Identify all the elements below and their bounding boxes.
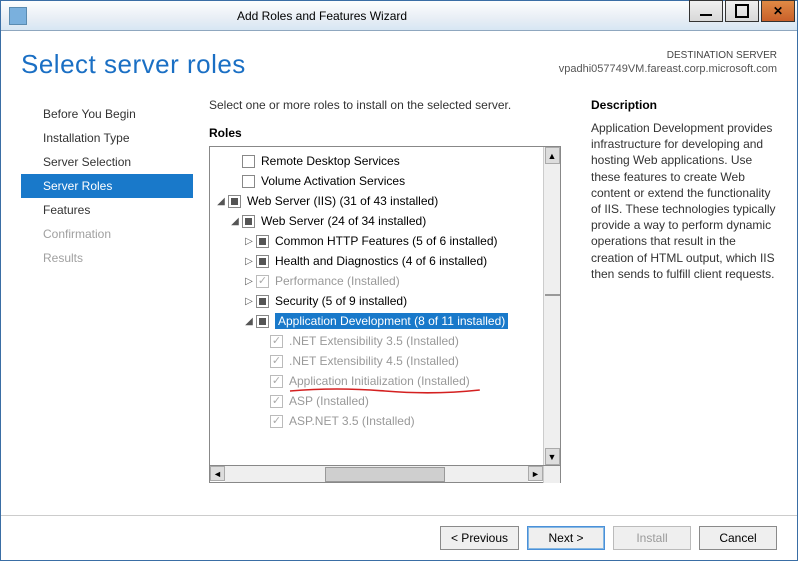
checkbox[interactable] (228, 195, 241, 208)
tree-node[interactable]: ▷▷▷Security (5 of 9 installed) (210, 291, 543, 311)
tree-node-label: Remote Desktop Services (261, 154, 400, 168)
checkbox[interactable] (256, 275, 269, 288)
checkbox[interactable] (242, 155, 255, 168)
minimize-button[interactable] (689, 0, 723, 22)
checkbox[interactable] (256, 255, 269, 268)
horizontal-scrollbar[interactable] (225, 466, 528, 482)
tree-node[interactable]: ▷▷▷Health and Diagnostics (4 of 6 instal… (210, 251, 543, 271)
expand-icon[interactable]: ▷ (242, 296, 256, 307)
checkbox[interactable] (242, 175, 255, 188)
collapse-icon[interactable]: ◢ (228, 216, 242, 227)
main-panel: Select one or more roles to install on t… (193, 98, 577, 509)
tree-node[interactable]: ▷▷▷▷.NET Extensibility 3.5 (Installed) (210, 331, 543, 351)
tree-node[interactable]: ▷◢Web Server (24 of 34 installed) (210, 211, 543, 231)
checkbox[interactable] (270, 355, 283, 368)
expand-icon[interactable]: ▷ (242, 256, 256, 267)
next-button[interactable]: Next > (527, 526, 605, 550)
wizard-footer: < Previous Next > Install Cancel (1, 515, 797, 560)
description-heading: Description (591, 98, 777, 112)
scroll-right-button[interactable]: ► (528, 466, 543, 481)
checkbox[interactable] (270, 335, 283, 348)
tree-node[interactable]: ▷▷▷Performance (Installed) (210, 271, 543, 291)
destination-info: DESTINATION SERVER vpadhi057749VM.fareas… (559, 49, 777, 76)
scroll-up-button[interactable]: ▲ (545, 147, 560, 164)
previous-button[interactable]: < Previous (440, 526, 519, 550)
sidebar-step-confirmation: Confirmation (21, 222, 193, 246)
sidebar-step-features[interactable]: Features (21, 198, 193, 222)
tree-node-label: Security (5 of 9 installed) (275, 294, 407, 308)
tree-node-label: Volume Activation Services (261, 174, 405, 188)
tree-node[interactable]: ▷▷◢Application Development (8 of 11 inst… (210, 311, 543, 331)
wizard-steps-sidebar: Before You BeginInstallation TypeServer … (21, 98, 193, 509)
tree-node-label: Common HTTP Features (5 of 6 installed) (275, 234, 498, 248)
checkbox[interactable] (256, 315, 269, 328)
hscroll-thumb[interactable] (325, 467, 445, 482)
destination-server: vpadhi057749VM.fareast.corp.microsoft.co… (559, 62, 777, 76)
window-buttons: ✕ (689, 1, 797, 30)
tree-node[interactable]: ▷▷▷▷Application Initialization (Installe… (210, 371, 543, 391)
description-panel: Description Application Development prov… (577, 98, 777, 509)
close-button[interactable]: ✕ (761, 0, 795, 22)
tree-node-label: Application Initialization (Installed) (289, 374, 470, 388)
tree-node-label: Performance (Installed) (275, 274, 400, 288)
cancel-button[interactable]: Cancel (699, 526, 777, 550)
titlebar[interactable]: Add Roles and Features Wizard ✕ (1, 1, 797, 31)
checkbox[interactable] (256, 295, 269, 308)
vertical-scrollbar[interactable]: ▲ ▼ (543, 147, 560, 465)
tree-node[interactable]: ▷▷Volume Activation Services (210, 171, 543, 191)
sidebar-step-before-you-begin[interactable]: Before You Begin (21, 102, 193, 126)
checkbox[interactable] (256, 235, 269, 248)
instruction-text: Select one or more roles to install on t… (209, 98, 561, 112)
tree-node[interactable]: ◢ Web Server (IIS) (31 of 43 installed) (210, 191, 543, 211)
checkbox[interactable] (270, 415, 283, 428)
content-area: Select server roles DESTINATION SERVER v… (1, 31, 797, 515)
tree-node[interactable]: ▷▷▷Common HTTP Features (5 of 6 installe… (210, 231, 543, 251)
collapse-icon[interactable]: ◢ (242, 316, 256, 327)
maximize-button[interactable] (725, 0, 759, 22)
roles-heading: Roles (209, 126, 561, 140)
sidebar-step-server-selection[interactable]: Server Selection (21, 150, 193, 174)
checkbox[interactable] (242, 215, 255, 228)
tree-node[interactable]: ▷▷Remote Desktop Services (210, 151, 543, 171)
sidebar-step-installation-type[interactable]: Installation Type (21, 126, 193, 150)
wizard-window: Add Roles and Features Wizard ✕ Select s… (0, 0, 798, 561)
tree-node[interactable]: ▷▷▷▷.NET Extensibility 4.5 (Installed) (210, 351, 543, 371)
tree-node-label: .NET Extensibility 3.5 (Installed) (289, 334, 459, 348)
scroll-thumb[interactable] (545, 294, 560, 296)
tree-node-label: ASP (Installed) (289, 394, 369, 408)
destination-label: DESTINATION SERVER (559, 49, 777, 62)
install-button[interactable]: Install (613, 526, 691, 550)
window-title: Add Roles and Features Wizard (0, 9, 689, 23)
sidebar-step-results: Results (21, 246, 193, 270)
roles-tree-container: ▷▷Remote Desktop Services▷▷Volume Activa… (209, 146, 561, 483)
tree-node-label: ASP.NET 3.5 (Installed) (289, 414, 415, 428)
tree-node-label: Web Server (IIS) (31 of 43 installed) (247, 194, 438, 208)
sidebar-step-server-roles[interactable]: Server Roles (21, 174, 193, 198)
scroll-corner (543, 466, 560, 483)
tree-node-label: Application Development (8 of 11 install… (275, 313, 508, 329)
roles-tree[interactable]: ▷▷Remote Desktop Services▷▷Volume Activa… (210, 147, 543, 465)
expand-icon[interactable]: ▷ (242, 236, 256, 247)
description-text: Application Development provides infrast… (591, 120, 777, 282)
checkbox[interactable] (270, 375, 283, 388)
page-title: Select server roles (21, 49, 246, 80)
tree-node-label: Web Server (24 of 34 installed) (261, 214, 426, 228)
collapse-icon[interactable]: ◢ (214, 196, 228, 207)
tree-node[interactable]: ▷▷▷▷ASP (Installed) (210, 391, 543, 411)
expand-icon[interactable]: ▷ (242, 276, 256, 287)
tree-node[interactable]: ▷▷▷▷ASP.NET 3.5 (Installed) (210, 411, 543, 431)
scroll-left-button[interactable]: ◄ (210, 466, 225, 481)
scroll-down-button[interactable]: ▼ (545, 448, 560, 465)
checkbox[interactable] (270, 395, 283, 408)
tree-node-label: .NET Extensibility 4.5 (Installed) (289, 354, 459, 368)
tree-node-label: Health and Diagnostics (4 of 6 installed… (275, 254, 487, 268)
